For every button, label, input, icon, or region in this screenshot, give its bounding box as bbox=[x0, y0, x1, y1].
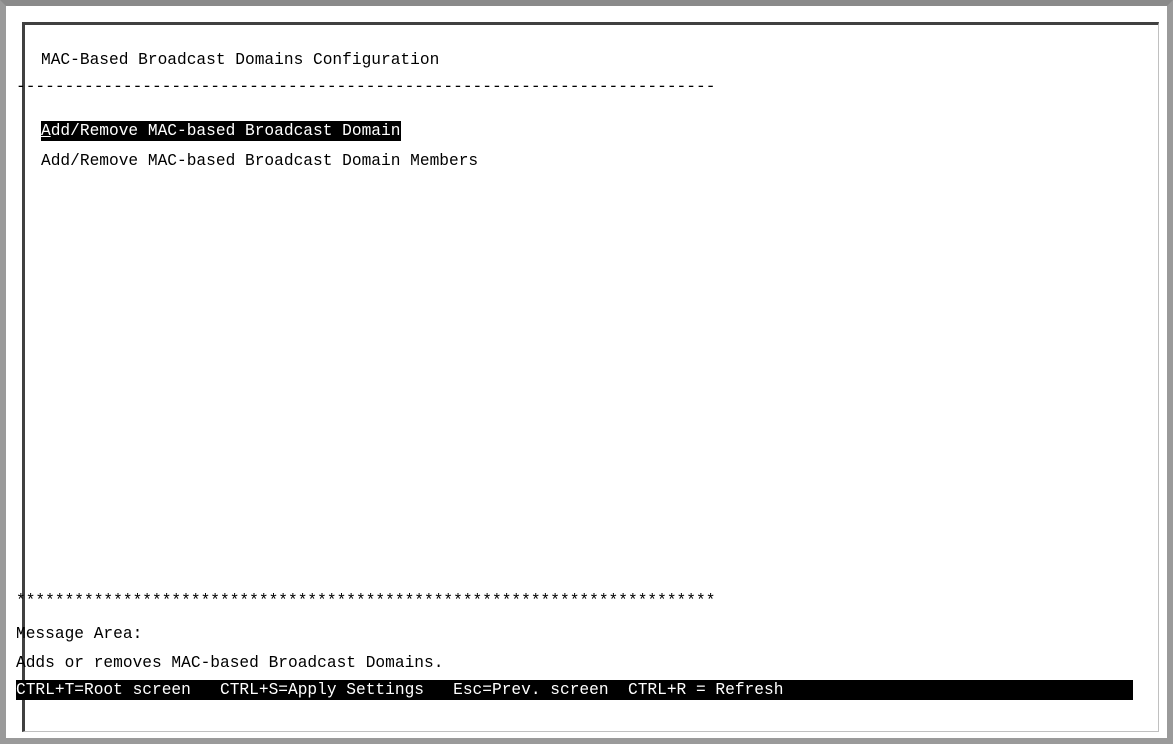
menu-item-hotkey-letter: A bbox=[41, 122, 51, 140]
menu-item-add-remove-domain-members[interactable]: Add/Remove MAC-based Broadcast Domain Me… bbox=[41, 151, 478, 171]
star-separator: ****************************************… bbox=[16, 592, 716, 610]
message-area-label: Message Area: bbox=[16, 625, 143, 643]
dash-separator: ----------------------------------------… bbox=[16, 78, 716, 96]
window-frame bbox=[0, 0, 1173, 744]
message-area-text: Adds or removes MAC-based Broadcast Doma… bbox=[16, 654, 444, 672]
menu-item-label-rest: dd/Remove MAC-based Broadcast Domain bbox=[50, 122, 401, 140]
menu-item-add-remove-domain[interactable]: Add/Remove MAC-based Broadcast Domain bbox=[41, 121, 402, 141]
hotkey-bar: CTRL+T=Root screen CTRL+S=Apply Settings… bbox=[16, 680, 1133, 700]
page-title: MAC-Based Broadcast Domains Configuratio… bbox=[41, 51, 440, 69]
